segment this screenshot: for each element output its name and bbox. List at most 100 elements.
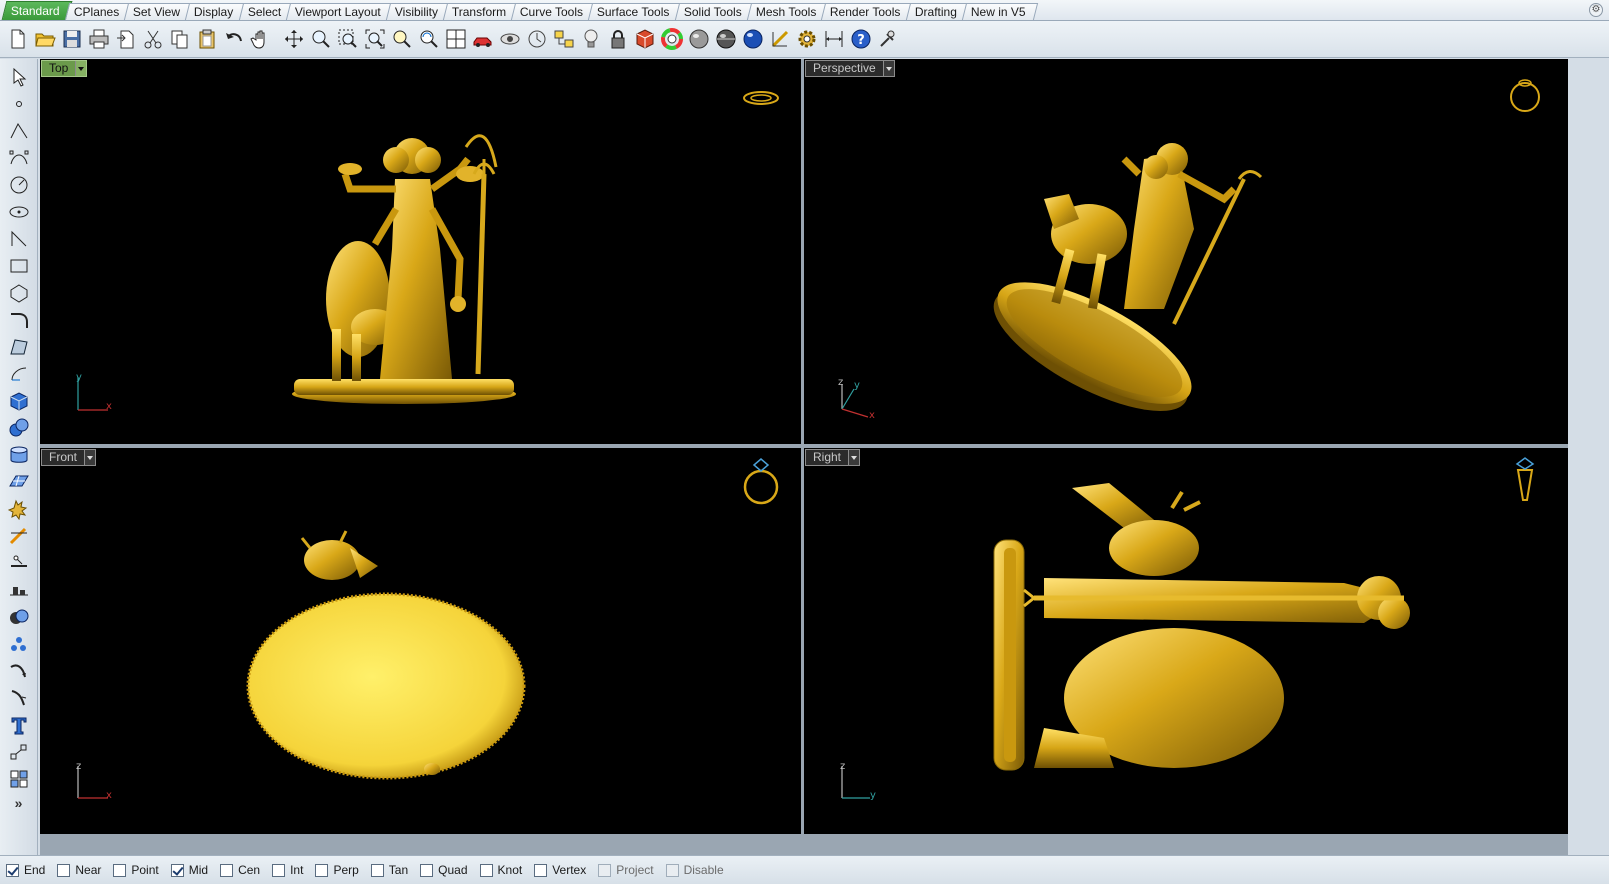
tab-render-tools[interactable]: Render Tools	[820, 3, 913, 20]
checkbox[interactable]	[220, 863, 234, 877]
tab-viewport-layout[interactable]: Viewport Layout	[285, 3, 393, 20]
pan-hand-icon[interactable]	[247, 26, 274, 53]
split-icon[interactable]	[4, 549, 34, 576]
four-viewports-icon[interactable]	[442, 26, 469, 53]
checkbox[interactable]	[272, 863, 286, 877]
material-icon[interactable]	[631, 26, 658, 53]
print-icon[interactable]	[85, 26, 112, 53]
select-arrow-icon[interactable]	[4, 63, 34, 90]
text-icon[interactable]	[4, 711, 34, 738]
viewport-front[interactable]: z x Front	[40, 448, 801, 834]
viewport-menu-chevron-icon[interactable]	[848, 450, 860, 465]
polygon-icon[interactable]	[4, 279, 34, 306]
arc-icon[interactable]	[4, 225, 34, 252]
boolean-icon[interactable]	[4, 603, 34, 630]
osnap-mid[interactable]: Mid	[170, 863, 208, 877]
fillet-curve-icon[interactable]	[4, 306, 34, 333]
new-document-icon[interactable]	[4, 26, 31, 53]
checkbox-checked[interactable]	[170, 863, 184, 877]
tab-mesh-tools[interactable]: Mesh Tools	[746, 3, 829, 20]
camera-icon[interactable]	[523, 26, 550, 53]
tab-solid-tools[interactable]: Solid Tools	[674, 3, 754, 20]
viewport-menu-chevron-icon[interactable]	[84, 450, 96, 465]
lock-icon[interactable]	[604, 26, 631, 53]
named-view-icon[interactable]	[496, 26, 523, 53]
viewport-right[interactable]: z y Right	[804, 448, 1568, 834]
viewport-title-front[interactable]: Front	[41, 449, 97, 466]
viewport-title-right[interactable]: Right	[805, 449, 861, 466]
osnap-disable[interactable]: Disable	[665, 863, 724, 877]
trim-icon[interactable]	[4, 522, 34, 549]
bend-icon[interactable]	[4, 657, 34, 684]
tab-cplanes[interactable]: CPlanes	[64, 3, 132, 20]
point-icon[interactable]	[4, 90, 34, 117]
osnap-tan[interactable]: Tan	[370, 863, 408, 877]
osnap-knot[interactable]: Knot	[479, 863, 522, 877]
options-gear-icon[interactable]	[793, 26, 820, 53]
render-blue-sphere-icon[interactable]	[739, 26, 766, 53]
osnap-point[interactable]: Point	[113, 863, 159, 877]
dimension-linear-icon[interactable]	[4, 738, 34, 765]
osnap-project[interactable]: Project	[598, 863, 654, 877]
rectangle-icon[interactable]	[4, 252, 34, 279]
rotate-view-icon[interactable]	[415, 26, 442, 53]
viewport-perspective[interactable]: z y x Perspective	[804, 59, 1568, 444]
paste-icon[interactable]	[193, 26, 220, 53]
group-icon[interactable]	[4, 765, 34, 792]
help-icon[interactable]: ?	[847, 26, 874, 53]
checkbox-checked[interactable]	[6, 863, 19, 877]
ellipse-icon[interactable]	[4, 198, 34, 225]
toolbar-options-gear-icon[interactable]: ⚙	[1589, 3, 1603, 17]
checkbox[interactable]	[665, 863, 679, 877]
save-icon[interactable]	[58, 26, 85, 53]
array-icon[interactable]	[4, 630, 34, 657]
tab-select[interactable]: Select	[238, 3, 294, 20]
layers-icon[interactable]	[550, 26, 577, 53]
viewport-top[interactable]: y x Top	[40, 59, 801, 444]
tab-transform[interactable]: Transform	[442, 3, 519, 20]
zoom-window-icon[interactable]	[334, 26, 361, 53]
color-wheel-icon[interactable]	[658, 26, 685, 53]
more-tools-chevron-icon[interactable]: »	[15, 792, 23, 814]
box-solid-icon[interactable]	[4, 387, 34, 414]
align-icon[interactable]	[4, 576, 34, 603]
tools-icon[interactable]	[874, 26, 901, 53]
cut-icon[interactable]	[139, 26, 166, 53]
open-folder-icon[interactable]	[31, 26, 58, 53]
dimension-icon[interactable]	[820, 26, 847, 53]
checkbox[interactable]	[370, 863, 384, 877]
viewport-title-perspective[interactable]: Perspective	[805, 60, 895, 77]
extrude-surface-icon[interactable]	[4, 360, 34, 387]
osnap-vertex[interactable]: Vertex	[534, 863, 586, 877]
osnap-cen[interactable]: Cen	[220, 863, 260, 877]
checkbox[interactable]	[534, 863, 548, 877]
shaded-sphere-icon[interactable]	[685, 26, 712, 53]
checkbox[interactable]	[57, 863, 71, 877]
sphere-solid-icon[interactable]	[4, 414, 34, 441]
tab-set-view[interactable]: Set View	[123, 3, 193, 20]
circle-icon[interactable]	[4, 171, 34, 198]
mesh-plane-icon[interactable]	[4, 468, 34, 495]
rendered-sphere-icon[interactable]	[712, 26, 739, 53]
viewport-menu-chevron-icon[interactable]	[882, 61, 894, 76]
osnap-near[interactable]: Near	[57, 863, 101, 877]
zoom-selected-icon[interactable]	[388, 26, 415, 53]
measure-icon[interactable]	[766, 26, 793, 53]
move-icon[interactable]	[280, 26, 307, 53]
checkbox[interactable]	[315, 863, 329, 877]
checkbox[interactable]	[113, 863, 127, 877]
surface-corner-icon[interactable]	[4, 333, 34, 360]
explode-icon[interactable]	[4, 495, 34, 522]
tab-standard[interactable]: Standard	[1, 1, 73, 20]
tab-curve-tools[interactable]: Curve Tools	[511, 3, 596, 20]
import-icon[interactable]	[112, 26, 139, 53]
car-model-icon[interactable]	[469, 26, 496, 53]
viewport-menu-chevron-icon[interactable]	[75, 61, 87, 76]
osnap-perp[interactable]: Perp	[315, 863, 359, 877]
polyline-icon[interactable]	[4, 117, 34, 144]
tab-visibility[interactable]: Visibility	[385, 3, 451, 20]
osnap-end[interactable]: End	[6, 863, 45, 877]
checkbox[interactable]	[420, 863, 434, 877]
osnap-quad[interactable]: Quad	[420, 863, 468, 877]
copy-icon[interactable]	[166, 26, 193, 53]
